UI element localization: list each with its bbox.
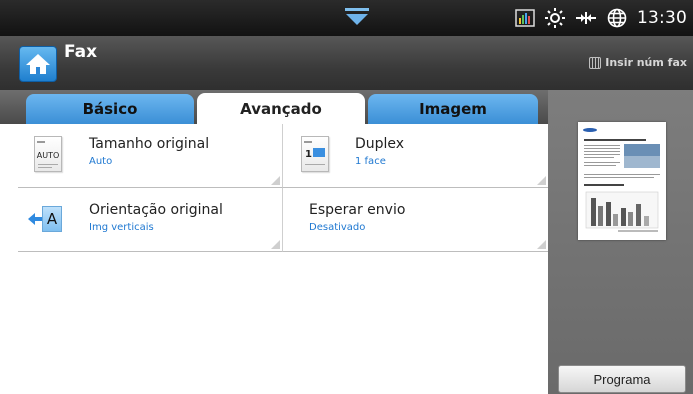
program-button[interactable]: Programa [558, 365, 686, 393]
delay-send-value: Desativado [309, 222, 366, 233]
options-grid: AUTO Tamanho original Auto 1 Duplex 1 fa… [0, 124, 548, 394]
delay-send-label: Esperar envio [309, 202, 406, 218]
duplex-option[interactable]: 1 Duplex 1 face [282, 124, 548, 188]
orientation-value: Img verticais [89, 222, 154, 233]
corner-indicator [271, 240, 280, 249]
tab-avancado[interactable]: Avançado [197, 93, 365, 125]
signal-bars-icon[interactable] [515, 9, 535, 27]
original-size-option[interactable]: AUTO Tamanho original Auto [18, 124, 282, 188]
globe-icon[interactable] [607, 8, 627, 28]
preview-panel: Programa [548, 90, 693, 394]
orientation-icon: A [28, 206, 62, 232]
pulldown-arrow-icon[interactable] [343, 7, 371, 27]
document-preview-thumbnail[interactable] [578, 122, 666, 240]
page-title: Fax [64, 42, 98, 62]
corner-indicator [537, 176, 546, 185]
keypad-icon [589, 56, 602, 69]
enter-fax-number-button[interactable]: Insir núm fax [589, 56, 687, 69]
enter-fax-number-label: Insir núm fax [605, 56, 687, 69]
orientation-label: Orientação original [89, 202, 223, 218]
original-size-value: Auto [89, 156, 113, 167]
duplex-label: Duplex [355, 136, 405, 152]
home-icon [26, 54, 50, 74]
delay-send-option[interactable]: Esperar envio Desativado [282, 188, 548, 252]
status-bar: 13:30 [0, 0, 693, 36]
orientation-option[interactable]: A Orientação original Img verticais [18, 188, 282, 252]
network-icon[interactable] [575, 10, 597, 26]
tab-basico[interactable]: Básico [26, 94, 194, 124]
corner-indicator [271, 176, 280, 185]
preview-image [583, 128, 660, 232]
duplex-value: 1 face [355, 156, 386, 167]
duplex-icon: 1 [301, 136, 329, 172]
sun-icon[interactable] [545, 8, 565, 28]
auto-size-icon: AUTO [34, 136, 62, 172]
clock: 13:30 [637, 8, 687, 28]
tab-bar: Básico Avançado Imagem [0, 90, 548, 125]
original-size-label: Tamanho original [89, 136, 210, 152]
corner-indicator [537, 240, 546, 249]
app-header: Fax Insir núm fax [0, 36, 693, 90]
home-button[interactable] [19, 46, 57, 82]
tab-imagem[interactable]: Imagem [368, 94, 538, 124]
